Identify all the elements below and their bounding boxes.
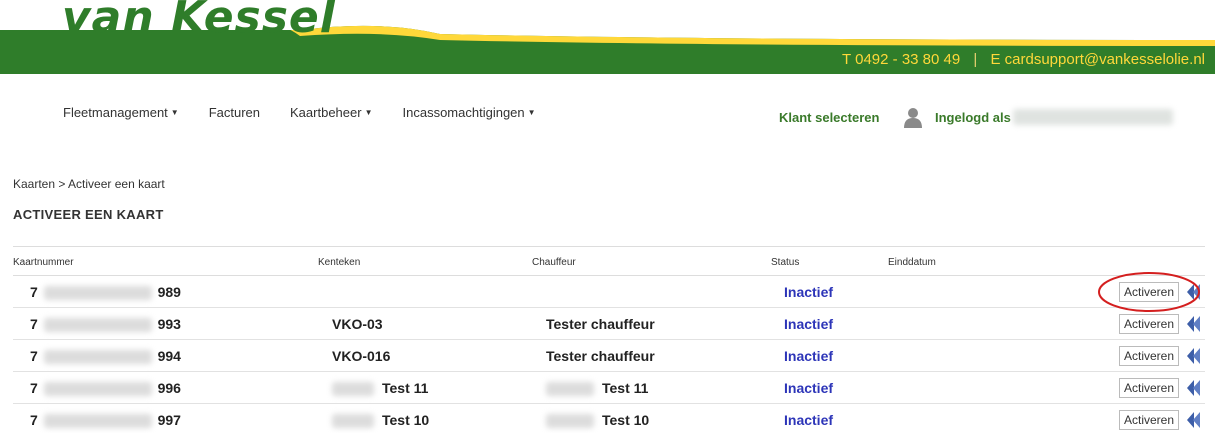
- kaartnummer-cell: 7 996: [30, 380, 181, 397]
- activeren-button[interactable]: Activeren: [1119, 378, 1179, 398]
- kenteken-value: VKO-03: [332, 316, 383, 332]
- kaartnummer-prefix: 7: [30, 316, 38, 332]
- column-header-kaartnummer[interactable]: Kaartnummer: [13, 257, 74, 268]
- kaartnummer-cell: 7 993: [30, 316, 181, 333]
- table-row: 7 996 Test 11 Test 11 Inactief Activeren: [13, 372, 1205, 404]
- kaartnummer-prefix: 7: [30, 380, 38, 396]
- klant-selecteren-link[interactable]: Klant selecteren: [779, 110, 879, 125]
- chauffeur-cell: Test 10: [546, 412, 650, 429]
- kaartnummer-suffix: 997: [157, 412, 181, 428]
- table-header: Kaartnummer Kenteken Chauffeur Status Ei…: [13, 246, 1205, 276]
- redacted-card-number: [43, 286, 152, 301]
- page-title: ACTIVEER EEN KAART: [13, 207, 164, 222]
- header-banner: van Kessel T 0492 - 33 80 49 | E cardsup…: [0, 0, 1215, 74]
- expand-arrow-icon[interactable]: [1185, 410, 1201, 430]
- table-row: 7 989 Inactief Activeren: [13, 276, 1205, 308]
- contact-separator: |: [973, 51, 978, 68]
- logged-in-label: Ingelogd als: [935, 110, 1011, 125]
- breadcrumb: Kaarten > Activeer een kaart: [13, 177, 165, 191]
- kaartnummer-suffix: 994: [157, 348, 181, 364]
- kaartnummer-prefix: 7: [30, 412, 38, 428]
- nav-item-facturen[interactable]: Facturen: [209, 105, 260, 120]
- table-row: 7 994 VKO-016 Tester chauffeur Inactief …: [13, 340, 1205, 372]
- kenteken-value: VKO-016: [332, 348, 391, 364]
- contact-info: T 0492 - 33 80 49 | E cardsupport@vankes…: [842, 51, 1205, 68]
- kaartnummer-cell: 7 989: [30, 284, 181, 301]
- caret-down-icon: ▼: [170, 108, 179, 117]
- kenteken-value: Test 11: [382, 380, 429, 396]
- nav-item-label: Facturen: [208, 105, 261, 120]
- nav-item-label: Kaartbeheer: [290, 105, 362, 120]
- kenteken-value: Test 10: [382, 412, 430, 428]
- kaartnummer-cell: 7 997: [30, 412, 181, 429]
- activeren-button[interactable]: Activeren: [1119, 410, 1179, 430]
- status-badge: Inactief: [784, 316, 834, 332]
- kenteken-cell: Test 11: [332, 380, 429, 397]
- chauffeur-value: Test 10: [602, 412, 650, 428]
- status-badge: Inactief: [784, 380, 834, 396]
- phone-label: T: [842, 51, 851, 68]
- chauffeur-cell: Tester chauffeur: [546, 316, 655, 332]
- nav-item-label: Incassomachtigingen: [402, 105, 525, 120]
- user-icon: [904, 108, 922, 128]
- redacted-prefix: [332, 382, 374, 397]
- kenteken-cell: VKO-016: [332, 348, 390, 364]
- chauffeur-cell: Tester chauffeur: [546, 348, 655, 364]
- nav-item-fleetmanagement[interactable]: Fleetmanagement ▼: [63, 105, 179, 120]
- nav-item-incassomachtigingen[interactable]: Incassomachtigingen ▼: [403, 105, 536, 120]
- table-row: 7 993 VKO-03 Tester chauffeur Inactief A…: [13, 308, 1205, 340]
- nav-item-label: Fleetmanagement: [63, 105, 168, 120]
- kaartnummer-suffix: 993: [157, 316, 181, 332]
- activeren-button[interactable]: Activeren: [1119, 314, 1179, 334]
- expand-arrow-icon[interactable]: [1185, 314, 1201, 334]
- table-body: 7 989 Inactief Activeren 7 993 VKO-03 Te…: [13, 276, 1205, 433]
- chauffeur-value: Tester chauffeur: [546, 348, 655, 364]
- cards-table: Kaartnummer Kenteken Chauffeur Status Ei…: [13, 246, 1205, 433]
- caret-down-icon: ▼: [364, 108, 373, 117]
- kaartnummer-suffix: 996: [157, 380, 181, 396]
- highlight-ring: [1098, 272, 1200, 312]
- status-badge: Inactief: [784, 412, 834, 428]
- caret-down-icon: ▼: [527, 108, 536, 117]
- expand-arrow-icon[interactable]: [1185, 378, 1201, 398]
- redacted-prefix: [546, 414, 594, 429]
- main-nav: Fleetmanagement ▼ Facturen Kaartbeheer ▼ I…: [63, 105, 566, 120]
- status-badge: Inactief: [784, 348, 834, 364]
- column-header-status[interactable]: Status: [771, 257, 799, 268]
- email-address[interactable]: cardsupport@vankesselolie.nl: [1005, 51, 1205, 68]
- redacted-card-number: [43, 414, 152, 429]
- logo[interactable]: van Kessel: [62, 0, 336, 43]
- redacted-prefix: [332, 414, 374, 429]
- redacted-card-number: [43, 318, 152, 333]
- kenteken-cell: VKO-03: [332, 316, 383, 332]
- email-label: E: [990, 51, 1001, 68]
- phone-number: 0492 - 33 80 49: [855, 51, 961, 68]
- chauffeur-cell: Test 11: [546, 380, 649, 397]
- kaartnummer-suffix: 989: [157, 284, 181, 300]
- chauffeur-value: Test 11: [602, 380, 649, 396]
- kenteken-cell: Test 10: [332, 412, 430, 429]
- table-row: 7 997 Test 10 Test 10 Inactief Activeren: [13, 404, 1205, 433]
- redacted-card-number: [43, 382, 152, 397]
- nav-item-kaartbeheer[interactable]: Kaartbeheer ▼: [290, 105, 372, 120]
- redacted-prefix: [546, 382, 594, 397]
- chauffeur-value: Tester chauffeur: [546, 316, 655, 332]
- kaartnummer-prefix: 7: [30, 284, 38, 300]
- expand-arrow-icon[interactable]: [1185, 346, 1201, 366]
- kaartnummer-prefix: 7: [30, 348, 38, 364]
- user-name-redacted: [1013, 109, 1173, 125]
- status-badge: Inactief: [784, 284, 834, 300]
- column-header-einddatum[interactable]: Einddatum: [888, 257, 936, 268]
- column-header-chauffeur[interactable]: Chauffeur: [532, 257, 576, 268]
- redacted-card-number: [43, 350, 152, 365]
- column-header-kenteken[interactable]: Kenteken: [318, 257, 360, 268]
- kaartnummer-cell: 7 994: [30, 348, 181, 365]
- activeren-button[interactable]: Activeren: [1119, 346, 1179, 366]
